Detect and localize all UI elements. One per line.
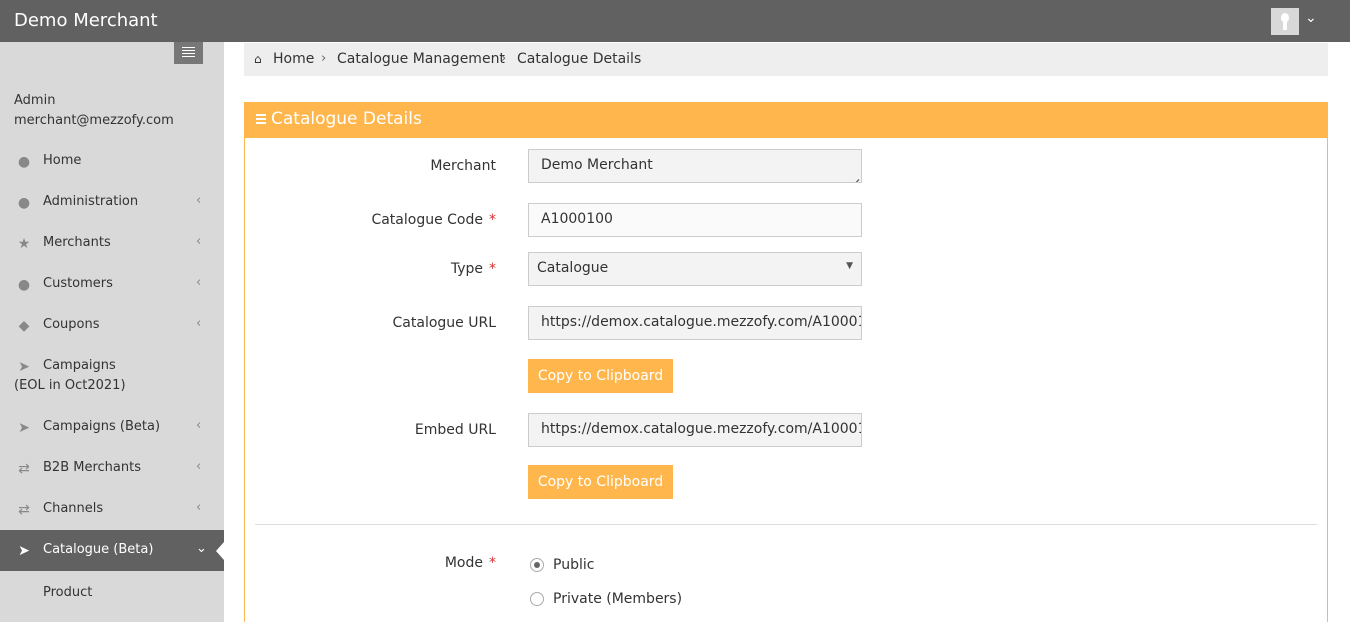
merchant-label: Merchant bbox=[430, 158, 496, 174]
app-title: Demo Merchant bbox=[14, 10, 158, 31]
sidebar-item-catalogue-beta[interactable]: ➤ Catalogue (Beta) ⌄ bbox=[0, 530, 224, 571]
mode-public-label[interactable]: Public bbox=[553, 557, 594, 573]
sidebar-item-channels[interactable]: ⇄ Channels ‹ bbox=[0, 489, 224, 530]
merchant-field[interactable]: Demo Merchant bbox=[528, 149, 862, 183]
chevron-left-icon: ‹ bbox=[196, 459, 202, 474]
breadcrumb: ⌂ Home › Catalogue Management › Catalogu… bbox=[244, 43, 1328, 76]
rocket-icon: ➤ bbox=[18, 420, 30, 436]
mode-public-radio[interactable] bbox=[530, 558, 544, 572]
sidebar-item-campaigns[interactable]: ➤ Campaigns (EOL in Oct2021) bbox=[0, 346, 224, 407]
resize-handle-icon[interactable] bbox=[850, 172, 860, 182]
type-label: Type * bbox=[450, 261, 496, 277]
sidebar-item-campaigns-beta[interactable]: ➤ Campaigns (Beta) ‹ bbox=[0, 407, 224, 448]
chevron-left-icon: ‹ bbox=[196, 275, 202, 290]
users-icon: ● bbox=[17, 277, 31, 293]
top-bar: Demo Merchant ⌄ bbox=[0, 0, 1350, 42]
catalogue-url-field[interactable]: https://demox.catalogue.mezzofy.com/A100… bbox=[528, 306, 862, 340]
mode-private-radio[interactable] bbox=[530, 592, 544, 606]
type-select[interactable]: Catalogue ▼ bbox=[528, 252, 862, 286]
globe-icon: ● bbox=[17, 154, 31, 170]
catalogue-code-field[interactable]: A1000100 bbox=[528, 203, 862, 237]
sidebar-toggle-button[interactable] bbox=[174, 42, 203, 64]
panel-title: Catalogue Details bbox=[271, 109, 422, 129]
catalogue-url-label: Catalogue URL bbox=[392, 315, 496, 331]
mode-private-label[interactable]: Private (Members) bbox=[553, 591, 682, 607]
chevron-left-icon: ‹ bbox=[196, 316, 202, 331]
breadcrumb-catalogue-management[interactable]: Catalogue Management bbox=[337, 51, 505, 67]
user-role: Admin bbox=[14, 93, 56, 108]
tag-icon: ◆ bbox=[18, 318, 30, 334]
rocket-icon: ➤ bbox=[18, 359, 30, 375]
sidebar-item-administration[interactable]: ● Administration ‹ bbox=[0, 182, 224, 223]
sidebar: Admin merchant@mezzofy.com ● Home ● Admi… bbox=[0, 42, 224, 622]
star-icon: ★ bbox=[17, 236, 31, 252]
user-email: merchant@mezzofy.com bbox=[14, 113, 174, 128]
chevron-left-icon: ‹ bbox=[196, 418, 202, 433]
embed-url-field[interactable]: https://demox.catalogue.mezzofy.com/A100… bbox=[528, 413, 862, 447]
exchange-icon: ⇄ bbox=[18, 502, 30, 518]
sidebar-item-coupons[interactable]: ◆ Coupons ‹ bbox=[0, 305, 224, 346]
sidebar-item-home[interactable]: ● Home bbox=[0, 141, 224, 182]
breadcrumb-home[interactable]: Home bbox=[273, 51, 314, 67]
chevron-down-icon[interactable]: ⌄ bbox=[1305, 10, 1317, 26]
home-icon: ⌂ bbox=[254, 52, 262, 66]
user-menu-button[interactable] bbox=[1271, 8, 1299, 35]
caret-down-icon: ▼ bbox=[846, 261, 853, 271]
chevron-down-icon: ⌄ bbox=[196, 541, 207, 556]
embed-url-label: Embed URL bbox=[414, 422, 496, 438]
user-icon: ● bbox=[17, 195, 31, 211]
catalogue-code-label: Catalogue Code * bbox=[371, 212, 496, 228]
rocket-icon: ➤ bbox=[18, 543, 30, 559]
copy-embed-url-button[interactable]: Copy to Clipboard bbox=[528, 465, 673, 499]
sidebar-item-merchants[interactable]: ★ Merchants ‹ bbox=[0, 223, 224, 264]
mode-label: Mode * bbox=[444, 555, 496, 571]
sidebar-item-customers[interactable]: ● Customers ‹ bbox=[0, 264, 224, 305]
copy-catalogue-url-button[interactable]: Copy to Clipboard bbox=[528, 359, 673, 393]
sidebar-item-b2b-merchants[interactable]: ⇄ B2B Merchants ‹ bbox=[0, 448, 224, 489]
chevron-right-icon: › bbox=[321, 51, 327, 66]
chevron-left-icon: ‹ bbox=[196, 234, 202, 249]
sidebar-subitem-product[interactable]: Product bbox=[43, 585, 92, 600]
exchange-icon: ⇄ bbox=[18, 461, 30, 477]
list-icon bbox=[256, 114, 266, 126]
section-divider bbox=[255, 524, 1317, 525]
chevron-left-icon: ‹ bbox=[196, 193, 202, 208]
panel-header: Catalogue Details bbox=[244, 102, 1328, 138]
breadcrumb-catalogue-details: Catalogue Details bbox=[517, 51, 642, 67]
chevron-right-icon: › bbox=[501, 51, 507, 66]
chevron-left-icon: ‹ bbox=[196, 500, 202, 515]
